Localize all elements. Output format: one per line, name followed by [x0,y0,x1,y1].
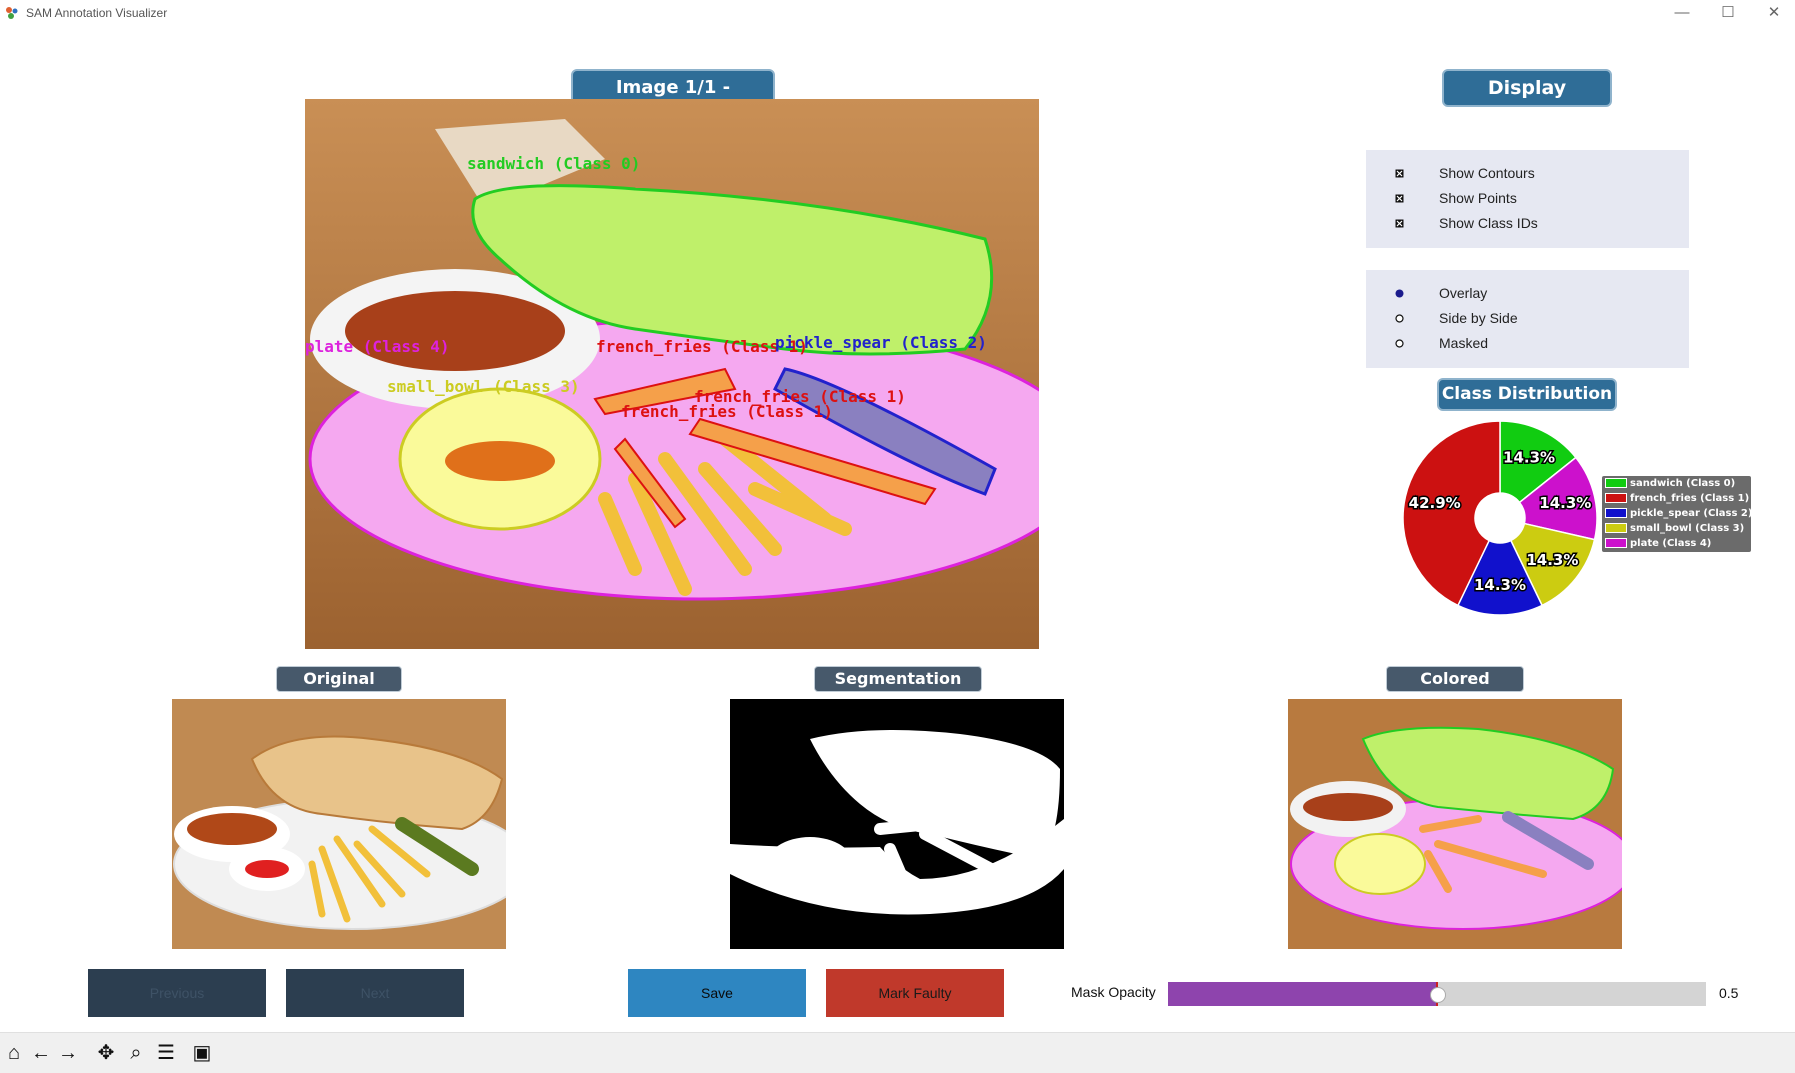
legend-label: pickle_spear (Class 2) [1630,508,1753,519]
legend-swatch [1605,493,1627,503]
app-icon [6,7,18,19]
forward-arrow-icon[interactable]: → [54,1039,82,1067]
legend-swatch [1605,508,1627,518]
colored-objects-canvas [1288,699,1622,949]
masked-radio[interactable] [1395,339,1404,348]
next-button[interactable]: Next [286,969,464,1017]
masked-label: Masked [1439,335,1489,351]
original-image-thumbnail[interactable] [172,699,506,949]
display-options-title: Display Options [1442,69,1612,133]
show-class-ids-label: Show Class IDs [1439,215,1538,231]
mask-opacity-slider[interactable] [1168,982,1706,1006]
annotation-label-french-fries: french_fries (Class 1) [621,402,833,421]
pie-slice-label-1: 42.9% [1409,494,1461,512]
zoom-icon[interactable]: ⌕ [122,1039,150,1067]
pie-legend: sandwich (Class 0) french_fries (Class 1… [1602,476,1752,552]
legend-swatch [1605,538,1627,548]
mask-opacity-value: 0.5 [1719,985,1739,1001]
slider-handle[interactable] [1430,987,1446,1003]
pie-slice-label-2: 14.3% [1474,576,1526,594]
annotation-label-sandwich: sandwich (Class 0) [467,154,641,173]
legend-label: french_fries (Class 1) [1630,493,1750,504]
pan-icon[interactable]: ✥ [92,1039,120,1067]
window-title: SAM Annotation Visualizer [26,6,168,20]
main-annotated-image[interactable]: sandwich (Class 0) plate (Class 4) small… [305,99,1039,649]
configure-icon[interactable]: ☰ [152,1039,180,1067]
save-button[interactable]: Save [628,969,806,1017]
back-arrow-icon[interactable]: ← [27,1039,55,1067]
mask-opacity-label: Mask Opacity [1071,984,1156,1000]
legend-label: plate (Class 4) [1630,538,1712,549]
colored-objects-thumbnail[interactable] [1288,699,1622,949]
legend-entry-plate: plate (Class 4) [1605,538,1711,552]
segmentation-mask-canvas [730,699,1064,949]
legend-entry-french-fries: french_fries (Class 1) [1605,493,1749,507]
slider-fill [1168,982,1437,1006]
annotation-label-small-bowl: small_bowl (Class 3) [387,377,580,396]
show-points-checkbox[interactable] [1395,194,1404,203]
maximize-button[interactable]: ☐ [1705,0,1751,28]
pie-slice-label-4: 14.3% [1539,494,1591,512]
original-image-title: Original Image [276,666,402,712]
side-by-side-radio[interactable] [1395,314,1404,323]
close-button[interactable]: ✕ [1751,0,1795,28]
side-by-side-label: Side by Side [1439,310,1518,326]
class-distribution-title: Class Distribution [1437,378,1617,411]
legend-entry-pickle-spear: pickle_spear (Class 2) [1605,508,1752,522]
home-icon[interactable]: ⌂ [0,1039,28,1067]
annotation-label-pickle-spear: pickle_spear (Class 2) [775,333,987,352]
segmentation-mask-thumbnail[interactable] [730,699,1064,949]
display-checkbox-panel: Show Contours Show Points Show Class IDs [1366,150,1689,248]
overlay-label: Overlay [1439,285,1488,301]
pie-slice-label-3: 14.3% [1526,551,1578,569]
annotation-label-plate: plate (Class 4) [305,337,450,356]
navigation-toolbar: ⌂ ← → ✥ ⌕ ☰ ▣ [0,1032,1795,1073]
minimize-button[interactable]: — [1659,0,1705,28]
legend-entry-small-bowl: small_bowl (Class 3) [1605,523,1744,537]
save-icon[interactable]: ▣ [188,1039,216,1067]
legend-swatch [1605,523,1627,533]
show-contours-checkbox[interactable] [1395,169,1404,178]
original-image-canvas [172,699,506,949]
show-contours-label: Show Contours [1439,165,1535,181]
title-bar: SAM Annotation Visualizer — ☐ ✕ [0,0,1795,28]
previous-button[interactable]: Previous [88,969,266,1017]
main-image-canvas [305,99,1039,649]
class-distribution-pie-chart: 14.3%14.3%14.3%14.3%42.9% [1402,420,1598,616]
legend-entry-sandwich: sandwich (Class 0) [1605,478,1735,492]
overlay-radio[interactable] [1395,289,1404,298]
segmentation-mask-title: Segmentation Mask [814,666,982,712]
show-points-label: Show Points [1439,190,1517,206]
legend-label: small_bowl (Class 3) [1630,523,1745,534]
colored-objects-title: Colored Objects [1386,666,1524,712]
view-mode-panel: Overlay Side by Side Masked [1366,270,1689,368]
show-class-ids-checkbox[interactable] [1395,219,1404,228]
mark-faulty-button[interactable]: Mark Faulty [826,969,1004,1017]
legend-label: sandwich (Class 0) [1630,478,1736,489]
pie-slice-label-0: 14.3% [1503,449,1555,467]
legend-swatch [1605,478,1627,488]
